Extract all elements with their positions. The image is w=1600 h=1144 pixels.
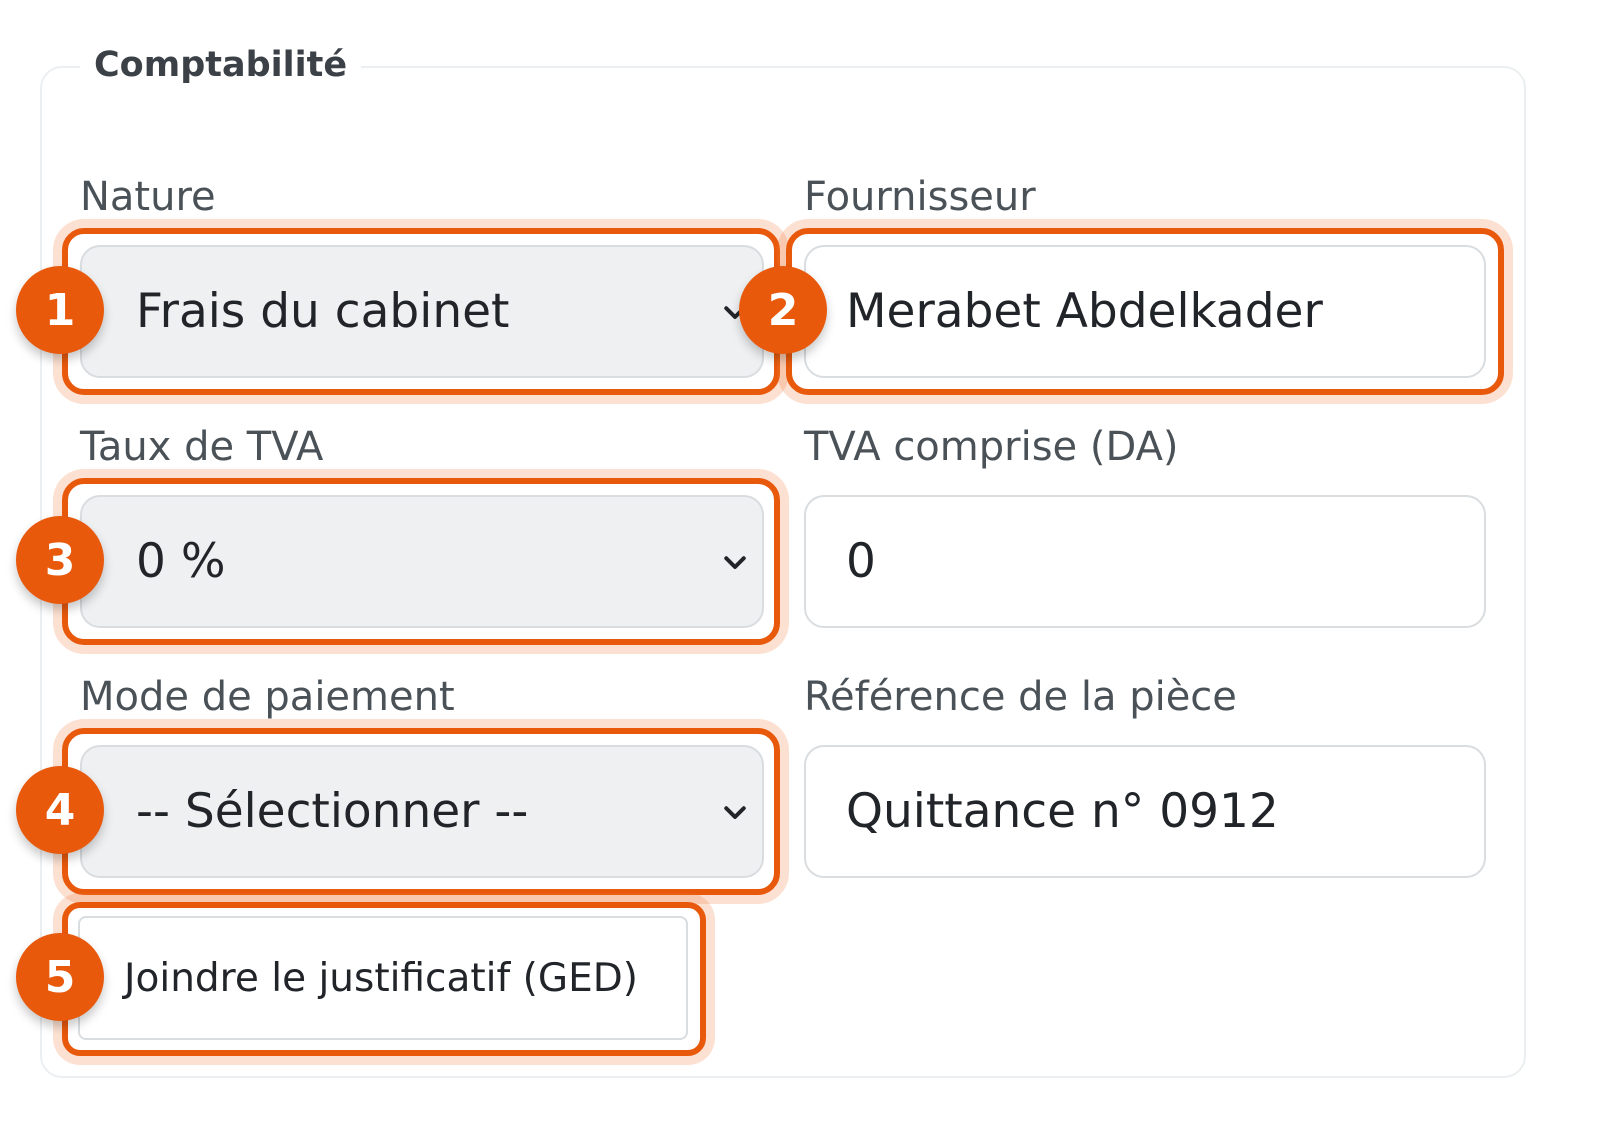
step-marker-2: 2 [739, 266, 827, 354]
step-marker-1: 1 [16, 266, 104, 354]
highlight-mode-paiement [62, 728, 780, 895]
taux-tva-label: Taux de TVA [80, 424, 324, 470]
fournisseur-label: Fournisseur [804, 174, 1036, 220]
section-title: Comptabilité [80, 42, 362, 88]
reference-piece-input[interactable]: Quittance n° 0912 [804, 745, 1486, 878]
step-marker-5: 5 [16, 933, 104, 1021]
step-marker-3: 3 [16, 516, 104, 604]
reference-piece-input-value: Quittance n° 0912 [846, 784, 1279, 839]
mode-paiement-label: Mode de paiement [80, 674, 455, 720]
highlight-fournisseur [786, 228, 1504, 395]
step-marker-4: 4 [16, 766, 104, 854]
tva-comprise-label: TVA comprise (DA) [804, 424, 1179, 470]
tva-comprise-input[interactable]: 0 [804, 495, 1486, 628]
highlight-nature [62, 228, 780, 395]
reference-piece-label: Référence de la pièce [804, 674, 1237, 720]
highlight-taux-tva [62, 478, 780, 645]
tva-comprise-input-value: 0 [846, 534, 876, 589]
nature-label: Nature [80, 174, 216, 220]
highlight-attach-button [62, 902, 706, 1056]
